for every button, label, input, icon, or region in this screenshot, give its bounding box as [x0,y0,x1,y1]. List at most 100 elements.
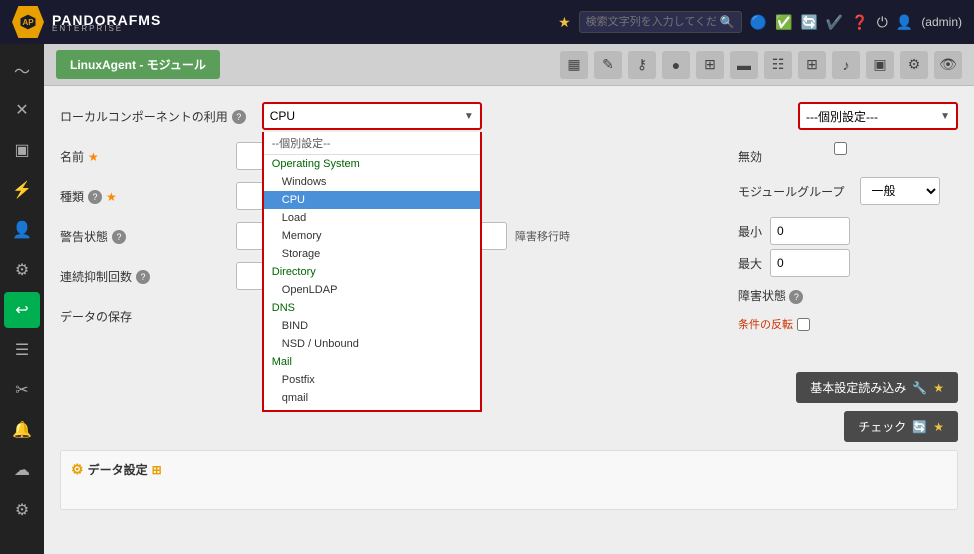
refresh-icon: 🔄 [912,420,927,434]
sidebar-item-cross[interactable]: ✕ [4,92,40,128]
condition-label: 条件の反転 [738,316,793,332]
module-group-select[interactable]: 一般 [860,177,940,205]
local-component-help-icon[interactable]: ? [232,110,246,124]
dropdown-item-memory[interactable]: Memory [264,227,480,245]
component-dropdown-arrow: ▼ [464,111,474,122]
sidebar-item-bell[interactable]: 🔔 [4,412,40,448]
right-column: 無効 モジュールグループ 一般 最小 [738,142,958,442]
toolbar-icon-gear[interactable]: ⚙ [900,51,928,79]
individual-dropdown-arrow: ▼ [940,111,950,122]
toolbar-icon-box[interactable]: ⊞ [798,51,826,79]
dropdown-item-bind[interactable]: BIND [264,317,480,335]
dropdown-item-openldap[interactable]: OpenLDAP [264,281,480,299]
throttle-help-icon[interactable]: ? [136,270,150,284]
disable-row: 無効 [738,142,958,165]
sidebar-item-settings[interactable]: ⚙ [4,492,40,528]
alert-label: 警告状態 ? [60,222,220,245]
type-label: 種類 ? ★ [60,182,220,205]
refresh-icon[interactable]: 🔄 [800,14,817,31]
search-icon[interactable]: 🔍 [720,15,735,29]
toolbar-icon-bell[interactable]: ♪ [832,51,860,79]
sidebar-item-return[interactable]: ↩ [4,292,40,328]
wrench-icon: 🔧 [912,381,927,395]
top-right-area: ★ 🔍 🔵 ✅ 🔄 ✔️ ❓ ⏻ 👤 (admin) [558,11,962,33]
toolbar-icon-grid[interactable]: ▦ [560,51,588,79]
search-box[interactable]: 🔍 [579,11,742,33]
local-component-row: ローカルコンポーネントの利用 ? CPU ▼ --個別設定-- Operatin… [60,102,958,130]
dropdown-item-os[interactable]: Operating System [264,155,480,173]
dropdown-item-load[interactable]: Load [264,209,480,227]
question-icon[interactable]: ❓ [851,14,868,31]
component-dropdown[interactable]: CPU ▼ [262,102,482,130]
disable-checkbox[interactable] [834,142,847,155]
datasave-label: データの保存 [60,302,220,325]
toolbar-icon-network[interactable]: ⊞ [696,51,724,79]
sub-toolbar: LinuxAgent - モジュール ▦ ✎ ⚷ ● ⊞ ▬ ☷ ⊞ ♪ ▣ ⚙… [44,44,974,86]
sidebar-item-bolt[interactable]: ⚡ [4,172,40,208]
dropdown-item-exchange[interactable]: Microsoft Exchange [264,407,480,412]
degrade-row: 障害状態 ? [738,281,958,304]
dropdown-item-qmail[interactable]: qmail [264,389,480,407]
sidebar-item-wave[interactable]: 〜 [4,52,40,88]
data-setting-icon: ⚙ [71,461,84,478]
sidebar-item-scissors[interactable]: ✂ [4,372,40,408]
condition-row: 条件の反転 [738,316,958,332]
toolbar-icon-puzzle[interactable]: ☷ [764,51,792,79]
basic-load-button[interactable]: 基本設定読み込み 🔧 ★ [796,372,958,403]
search-input[interactable] [586,16,716,28]
condition-checkbox[interactable] [797,318,810,331]
toolbar-icon-eye[interactable]: 👁 [934,51,962,79]
dropdown-item-storage[interactable]: Storage [264,245,480,263]
user-icon[interactable]: 👤 [896,14,913,31]
logo-text-group: PANDORAFMS ENTERPRISE [52,12,161,33]
min-input[interactable] [770,217,850,245]
logo-area: AP PANDORAFMS ENTERPRISE [12,6,161,38]
individual-dropdown[interactable]: ---個別設定--- ▼ [798,102,958,130]
name-required-star: ★ [88,150,99,164]
sidebar-item-chart[interactable]: ▣ [4,132,40,168]
sidebar-item-menu[interactable]: ☰ [4,332,40,368]
alert-help-icon[interactable]: ? [112,230,126,244]
sidebar-item-user[interactable]: 👤 [4,212,40,248]
throttle-label: 連続抑制回数 ? [60,262,220,285]
component-dropdown-container: CPU ▼ --個別設定-- Operating System Windows … [262,102,482,130]
help-circle-icon[interactable]: 🔵 [750,14,767,31]
favorite-star-icon[interactable]: ★ [558,14,571,31]
toolbar-icon-folder[interactable]: ▬ [730,51,758,79]
max-input[interactable] [770,249,850,277]
dropdown-item-cpu[interactable]: CPU [264,191,480,209]
individual-dropdown-container: ---個別設定--- ▼ [798,102,958,130]
sidebar-item-cloud[interactable]: ☁ [4,452,40,488]
toolbar-icon-key[interactable]: ⚷ [628,51,656,79]
toolbar-icon-dot[interactable]: ● [662,51,690,79]
dropdown-item-directory[interactable]: Directory [264,263,480,281]
admin-label: (admin) [921,15,962,29]
sidebar-item-gear[interactable]: ⚙ [4,252,40,288]
dropdown-item-windows[interactable]: Windows [264,173,480,191]
check-circle-icon[interactable]: ✅ [775,14,792,31]
toolbar-icon-chart[interactable]: ▣ [866,51,894,79]
power-icon[interactable]: ⏻ [877,14,888,31]
dropdown-item-nsd[interactable]: NSD / Unbound [264,335,480,353]
basic-load-button-label: 基本設定読み込み [810,379,906,396]
content-area: LinuxAgent - モジュール ▦ ✎ ⚷ ● ⊞ ▬ ☷ ⊞ ♪ ▣ ⚙… [44,44,974,554]
min-row: 最小 [738,217,958,245]
dropdown-item-separator[interactable]: --個別設定-- [264,132,480,155]
disable-label: 無効 [738,142,818,165]
check-button[interactable]: チェック 🔄 ★ [844,411,958,442]
degrade-label: 障害状態 ? [738,281,818,304]
dropdown-item-dns[interactable]: DNS [264,299,480,317]
alert-recover-label: 障害移行時 [515,228,570,244]
dropdown-item-mail[interactable]: Mail [264,353,480,371]
svg-text:AP: AP [22,18,34,27]
basic-load-star-icon: ★ [933,381,944,395]
name-label: 名前 ★ [60,142,220,165]
data-setting-section: ⚙ データ設定 ⊞ [60,450,958,510]
toolbar-icon-edit[interactable]: ✎ [594,51,622,79]
dropdown-item-postfix[interactable]: Postfix [264,371,480,389]
type-help-icon[interactable]: ? [88,190,102,204]
check-star-icon: ★ [933,420,944,434]
degrade-help-icon[interactable]: ? [789,290,803,304]
green-check-icon[interactable]: ✔️ [826,14,843,31]
two-column-layout: 名前 ★ 種類 ? ★ [60,142,958,442]
